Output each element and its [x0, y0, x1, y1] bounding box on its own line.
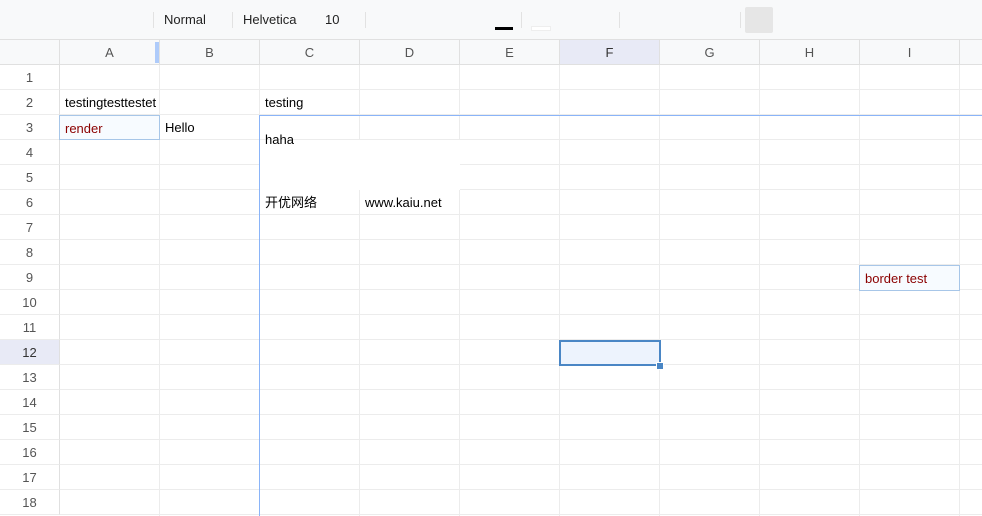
- gridline: [60, 464, 982, 465]
- gridline: [60, 264, 982, 265]
- gridline: [60, 239, 982, 240]
- gridline: [659, 65, 660, 516]
- toolbar-divider: [232, 12, 233, 28]
- cell-c3-merged[interactable]: haha: [260, 115, 460, 165]
- toolbar-divider: [740, 12, 741, 28]
- spreadsheet-grid[interactable]: A B C D E F G H I 1 2 3 4 5 6 7 8 9 10 1…: [0, 40, 982, 516]
- font-size-dropdown[interactable]: 10: [325, 12, 339, 28]
- row-header-14[interactable]: 14: [0, 390, 60, 415]
- gridline: [60, 189, 982, 190]
- row-header-5[interactable]: 5: [0, 165, 60, 190]
- gridline: [60, 439, 982, 440]
- cell-c6[interactable]: 开优网络: [260, 190, 360, 215]
- gridline: [60, 514, 982, 515]
- gridline: [60, 414, 982, 415]
- gridline: [60, 89, 982, 90]
- gridline: [60, 164, 982, 165]
- row-header-11[interactable]: 11: [0, 315, 60, 340]
- row-header-7[interactable]: 7: [0, 215, 60, 240]
- column-header-h[interactable]: H: [760, 40, 860, 65]
- text-color-button[interactable]: [495, 27, 513, 30]
- gridline: [60, 489, 982, 490]
- column-header-b[interactable]: B: [160, 40, 260, 65]
- row-header-12[interactable]: 12: [0, 340, 60, 365]
- row-header-18[interactable]: 18: [0, 490, 60, 515]
- cell-c2[interactable]: testing: [260, 90, 360, 115]
- cell-a3[interactable]: render: [59, 115, 160, 140]
- fill-color-button[interactable]: [532, 27, 550, 30]
- row-header-6[interactable]: 6: [0, 190, 60, 215]
- gridline: [60, 289, 982, 290]
- gridline: [60, 214, 982, 215]
- row-header-2[interactable]: 2: [0, 90, 60, 115]
- cell-i9[interactable]: border test: [859, 265, 960, 291]
- row-header-9[interactable]: 9: [0, 265, 60, 290]
- column-resize-handle[interactable]: [155, 42, 159, 63]
- fill-handle[interactable]: [656, 362, 664, 370]
- gridline: [60, 364, 982, 365]
- merged-region-border: [259, 115, 260, 516]
- cell-a2[interactable]: testingtesttestet: [60, 90, 160, 115]
- toolbar-divider: [365, 12, 366, 28]
- column-header-j[interactable]: [960, 40, 982, 65]
- row-header-1[interactable]: 1: [0, 65, 60, 90]
- selected-cell-f12[interactable]: [559, 340, 661, 366]
- column-header-d[interactable]: D: [360, 40, 460, 65]
- cell-d6[interactable]: www.kaiu.net: [360, 190, 460, 215]
- column-header-e[interactable]: E: [460, 40, 560, 65]
- cell-b3[interactable]: Hello: [160, 115, 260, 140]
- row-header-13[interactable]: 13: [0, 365, 60, 390]
- row-header-4[interactable]: 4: [0, 140, 60, 165]
- row-header-15[interactable]: 15: [0, 415, 60, 440]
- column-header-f[interactable]: F: [560, 40, 660, 65]
- gridline: [759, 65, 760, 516]
- row-header-8[interactable]: 8: [0, 240, 60, 265]
- gridline: [60, 339, 982, 340]
- column-header-a[interactable]: A: [60, 40, 160, 65]
- toolbar: Normal Helvetica 10: [0, 0, 982, 40]
- gridline: [559, 65, 560, 516]
- select-all-corner[interactable]: [0, 40, 60, 65]
- font-family-dropdown[interactable]: Helvetica: [243, 12, 296, 28]
- column-header-c[interactable]: C: [260, 40, 360, 65]
- toolbar-divider: [619, 12, 620, 28]
- toolbar-divider: [153, 12, 154, 28]
- row-header-17[interactable]: 17: [0, 465, 60, 490]
- toolbar-button[interactable]: [745, 7, 773, 33]
- gridline: [60, 314, 982, 315]
- gridline: [60, 389, 982, 390]
- column-header-g[interactable]: G: [660, 40, 760, 65]
- toolbar-divider: [521, 12, 522, 28]
- column-header-i[interactable]: I: [860, 40, 960, 65]
- row-header-3[interactable]: 3: [0, 115, 60, 140]
- style-dropdown[interactable]: Normal: [164, 12, 206, 28]
- row-header-10[interactable]: 10: [0, 290, 60, 315]
- row-header-16[interactable]: 16: [0, 440, 60, 465]
